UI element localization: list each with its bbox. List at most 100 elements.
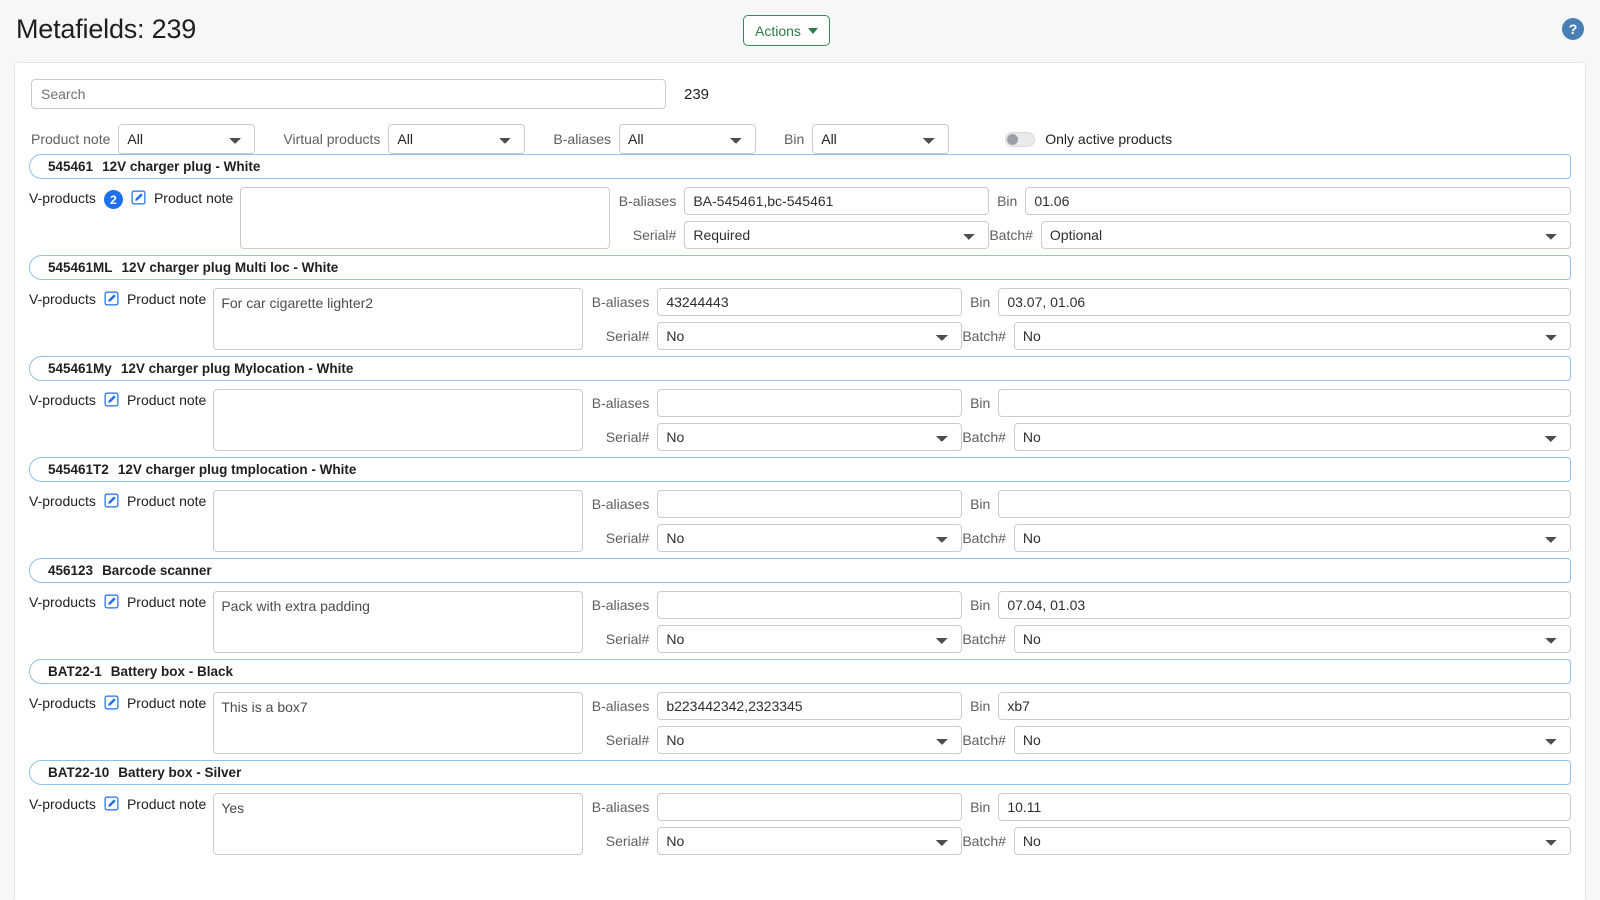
product-body: V-productsProduct noteThis is a box7B-al… [29, 684, 1571, 760]
product-note-textarea[interactable]: For car cigarette lighter2 [213, 288, 583, 350]
actions-button[interactable]: Actions [743, 15, 830, 46]
filter-product-note-select[interactable]: All [118, 124, 255, 154]
product-right-column: B-aliasesBinSerial#NoBatch#No [591, 389, 1571, 451]
filter-virtual-products-select[interactable]: All [388, 124, 525, 154]
b-aliases-input[interactable] [684, 187, 989, 215]
batch-select[interactable]: No [1014, 625, 1571, 653]
v-products-label: V-products [29, 190, 96, 206]
product-note-label: Product note [127, 796, 206, 812]
filter-bin-select[interactable]: All [812, 124, 949, 154]
product-note-textarea[interactable]: Yes [213, 793, 583, 855]
filter-b-aliases-select[interactable]: All [619, 124, 756, 154]
product-header-pill[interactable]: 54546112V charger plug - White [29, 154, 1571, 179]
product-right-column: B-aliasesBinSerial#NoBatch#No [591, 591, 1571, 653]
v-products-label: V-products [29, 594, 96, 610]
filter-virtual-products: Virtual products All [283, 124, 525, 154]
serial-batch-line: Serial#NoBatch#No [591, 625, 1571, 653]
serial-label: Serial# [591, 732, 649, 748]
product-header-pill[interactable]: 545461T212V charger plug tmplocation - W… [29, 457, 1571, 482]
serial-select[interactable]: No [657, 423, 962, 451]
product-header-pill[interactable]: BAT22-1Battery box - Black [29, 659, 1571, 684]
product-left-column: V-productsProduct note [29, 692, 206, 711]
product-header-pill[interactable]: 545461ML12V charger plug Multi loc - Whi… [29, 255, 1571, 280]
batch-select[interactable]: No [1014, 524, 1571, 552]
product-note-textarea[interactable] [240, 187, 610, 249]
filter-product-note: Product note All [31, 124, 255, 154]
b-aliases-label: B-aliases [591, 799, 649, 815]
b-aliases-input[interactable] [657, 793, 962, 821]
product-right-column: B-aliasesBin Serial#RequiredBatch#Optiona… [618, 187, 1571, 249]
bin-label: Bin [989, 193, 1017, 209]
b-aliases-bin-line: B-aliasesBin [591, 490, 1571, 518]
filter-b-aliases-label: B-aliases [553, 131, 611, 147]
v-products-label: V-products [29, 493, 96, 509]
edit-pencil-icon[interactable] [131, 190, 146, 205]
serial-select[interactable]: No [657, 625, 962, 653]
only-active-products-toggle[interactable] [1005, 132, 1035, 147]
product-header-pill[interactable]: 545461My12V charger plug Mylocation - Wh… [29, 356, 1571, 381]
edit-pencil-icon[interactable] [104, 796, 119, 811]
product-right-column: B-aliasesBinSerial#NoBatch#No [591, 793, 1571, 855]
b-aliases-bin-line: B-aliases Bin [591, 389, 1571, 417]
product-left-column: V-productsProduct note [29, 389, 206, 408]
product-note-textarea[interactable]: This is a box7 [213, 692, 583, 754]
batch-label: Batch# [962, 631, 1006, 647]
v-products-label: V-products [29, 291, 96, 307]
serial-batch-line: Serial#NoBatch#No [591, 524, 1571, 552]
bin-input[interactable] [998, 692, 1571, 720]
edit-pencil-icon[interactable] [104, 594, 119, 609]
product-header-pill[interactable]: BAT22-10Battery box - Silver [29, 760, 1571, 785]
edit-pencil-icon[interactable] [104, 291, 119, 306]
v-products-count-badge[interactable]: 2 [104, 190, 123, 209]
v-products-label: V-products [29, 392, 96, 408]
search-input[interactable] [31, 79, 666, 109]
bin-input[interactable] [1025, 187, 1571, 215]
serial-select[interactable]: No [657, 524, 962, 552]
b-aliases-input[interactable] [657, 288, 962, 316]
b-aliases-label: B-aliases [591, 294, 649, 310]
b-aliases-label: B-aliases [591, 496, 649, 512]
batch-select[interactable]: Optional [1041, 221, 1571, 249]
serial-label: Serial# [591, 530, 649, 546]
edit-pencil-icon[interactable] [104, 695, 119, 710]
bin-label: Bin [962, 698, 990, 714]
b-aliases-input[interactable] [657, 490, 962, 518]
edit-pencil-icon[interactable] [104, 392, 119, 407]
product-name: Battery box - Silver [118, 765, 241, 780]
serial-batch-line: Serial#NoBatch#No [591, 827, 1571, 855]
b-aliases-input[interactable] [657, 692, 962, 720]
serial-select[interactable]: No [657, 322, 962, 350]
product-body: V-products 2 Product note B-aliasesBin Seria… [29, 179, 1571, 255]
filter-bin: Bin All [784, 124, 949, 154]
edit-pencil-icon[interactable] [104, 493, 119, 508]
serial-select[interactable]: Required [684, 221, 989, 249]
b-aliases-bin-line: B-aliasesBin [618, 187, 1571, 215]
bin-input[interactable] [998, 793, 1571, 821]
product-note-label: Product note [154, 190, 233, 206]
batch-select[interactable]: No [1014, 827, 1571, 855]
serial-label: Serial# [591, 631, 649, 647]
batch-select[interactable]: No [1014, 423, 1571, 451]
serial-batch-line: Serial#RequiredBatch#Optional [618, 221, 1571, 249]
b-aliases-input[interactable] [657, 389, 962, 417]
bin-input[interactable] [998, 490, 1571, 518]
bin-label: Bin [962, 395, 990, 411]
bin-input[interactable] [998, 288, 1571, 316]
serial-select[interactable]: No [657, 726, 962, 754]
product-header-pill[interactable]: 456123Barcode scanner [29, 558, 1571, 583]
bin-input[interactable] [998, 389, 1571, 417]
only-active-products-toggle-group[interactable]: Only active products [1005, 131, 1172, 147]
serial-label: Serial# [591, 833, 649, 849]
b-aliases-input[interactable] [657, 591, 962, 619]
product-note-textarea[interactable]: Pack with extra padding [213, 591, 583, 653]
b-aliases-label: B-aliases [591, 597, 649, 613]
batch-select[interactable]: No [1014, 322, 1571, 350]
product-note-textarea[interactable] [213, 389, 583, 451]
product-note-textarea[interactable] [213, 490, 583, 552]
help-circle-icon[interactable]: ? [1562, 18, 1584, 40]
serial-batch-line: Serial#NoBatch#No [591, 322, 1571, 350]
serial-select[interactable]: No [657, 827, 962, 855]
b-aliases-label: B-aliases [591, 395, 649, 411]
bin-input[interactable] [998, 591, 1571, 619]
batch-select[interactable]: No [1014, 726, 1571, 754]
